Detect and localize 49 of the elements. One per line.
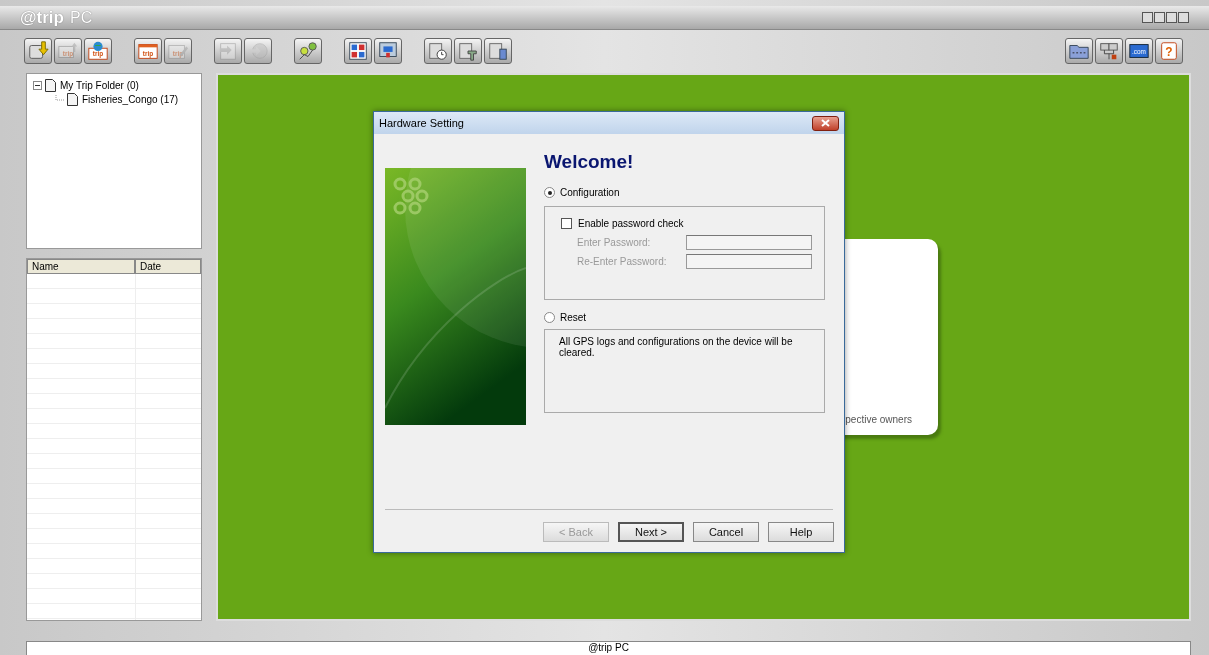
welcome-heading: Welcome! [544, 151, 635, 173]
toolbar-button[interactable] [1065, 38, 1093, 64]
wrench-icon [457, 40, 479, 62]
column-header[interactable]: Date [135, 259, 201, 274]
download-icon [27, 40, 49, 62]
toolbar-button[interactable] [344, 38, 372, 64]
radio-label[interactable]: Reset [560, 312, 587, 323]
document-icon [45, 78, 56, 92]
app-logo: @trip [20, 7, 64, 28]
dialog-button[interactable]: Next > [618, 522, 684, 542]
network-icon [1098, 40, 1120, 62]
dialog-title: Hardware Setting [379, 117, 464, 129]
tree-line-icon [55, 94, 64, 104]
radio-button[interactable] [544, 187, 555, 198]
menu-button[interactable] [1142, 12, 1153, 23]
field-label: Re-Enter Password: [577, 256, 667, 267]
checkbox-label[interactable]: Enable password check [578, 218, 684, 229]
toolbar-button[interactable] [484, 38, 512, 64]
convert-icon [217, 40, 239, 62]
toolbar-button[interactable] [1095, 38, 1123, 64]
minimize-button[interactable] [1154, 12, 1165, 23]
tree-item[interactable]: Fisheries_Congo (17) [81, 93, 180, 105]
toolbar-button[interactable] [24, 38, 52, 64]
grid-icon [347, 40, 369, 62]
collapse-icon[interactable] [33, 80, 42, 90]
toolbar-button[interactable] [424, 38, 452, 64]
clock-icon [427, 40, 449, 62]
trash-icon [487, 40, 509, 62]
close-button[interactable] [812, 115, 839, 131]
card-text: pective owners [845, 414, 912, 425]
document-icon [67, 92, 78, 106]
map-pins-icon [297, 40, 319, 62]
tree-item[interactable]: My Trip Folder (0) [59, 79, 140, 91]
dialog-button[interactable]: Help [768, 522, 834, 542]
close-icon [821, 119, 830, 127]
toolbar-button[interactable] [374, 38, 402, 64]
reset-note: All GPS logs and configurations on the device will be cleared. [559, 336, 793, 358]
checkbox[interactable] [561, 218, 572, 229]
field-label: Enter Password: [577, 237, 651, 248]
column-header[interactable]: Name [27, 259, 135, 274]
window-title: PC [69, 8, 93, 27]
dialog-button[interactable]: Cancel [693, 522, 759, 542]
close-button[interactable] [1178, 12, 1189, 23]
radio-button[interactable] [544, 312, 555, 323]
status-text: @trip PC [588, 642, 629, 655]
toolbar-button[interactable] [294, 38, 322, 64]
toolbar-button[interactable] [454, 38, 482, 64]
radio-label[interactable]: Configuration [560, 187, 620, 198]
restore-button[interactable] [1166, 12, 1177, 23]
